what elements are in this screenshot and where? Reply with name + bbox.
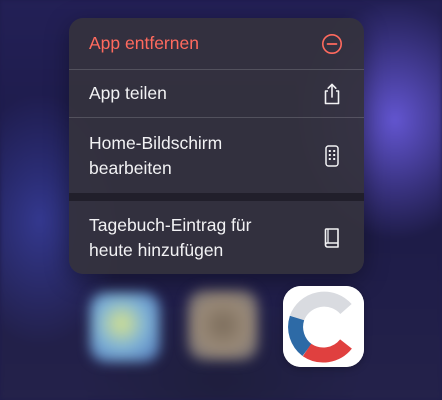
remove-app-label: App entfernen: [89, 33, 199, 53]
share-app-label: App teilen: [89, 83, 167, 103]
add-diary-entry-label: Tagebuch-Eintrag für heute hinzufügen: [89, 214, 252, 260]
corona-warn-app-icon[interactable]: [283, 286, 364, 367]
book-icon: [320, 226, 344, 250]
blurred-app-icon: [188, 290, 258, 360]
blurred-app-icon: [90, 292, 160, 362]
phone-icon: [320, 144, 344, 168]
menu-section-divider: [69, 193, 364, 201]
add-diary-entry-menu-item[interactable]: Tagebuch-Eintrag für heute hinzufügen: [69, 201, 364, 274]
minus-circle-icon: [320, 32, 344, 56]
share-icon: [320, 82, 344, 106]
remove-app-menu-item[interactable]: App entfernen: [69, 18, 364, 69]
edit-home-screen-menu-item[interactable]: Home-Bildschirm bearbeiten: [69, 117, 364, 193]
edit-home-screen-label: Home-Bildschirm bearbeiten: [89, 132, 223, 178]
app-context-menu: App entfernen App teilen Home-Bildschirm…: [69, 18, 364, 274]
share-app-menu-item[interactable]: App teilen: [69, 69, 364, 117]
